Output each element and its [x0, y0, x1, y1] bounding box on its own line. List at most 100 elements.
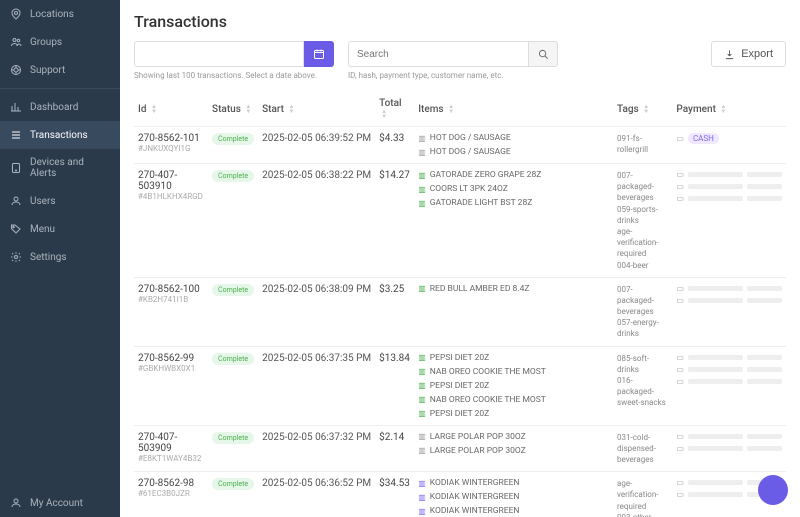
table-row[interactable]: 270-8562-100#KB2H741I1BComplete2025-02-0… [134, 277, 786, 346]
date-range-group: Showing last 100 transactions. Select a … [134, 41, 334, 80]
line-item: ▥LARGE POLAR POP 30OZ [418, 432, 526, 442]
txn-hash: #JNKUXQYI1G [138, 144, 204, 153]
col-id[interactable]: Id ▲▼ [134, 92, 208, 127]
sidebar-item-my-account[interactable]: My Account [0, 489, 120, 517]
col-tags[interactable]: Tags ▲▼ [613, 92, 672, 127]
txn-hash: #E8KT1WAY4B32 [138, 454, 204, 463]
status-badge: Complete [212, 432, 254, 444]
sidebar-item-label: Transactions [30, 130, 88, 141]
line-item: ▥GATORADE LIGHT BST 28Z [418, 198, 532, 208]
payment-cash: CASH [688, 133, 719, 144]
barcode-icon: ▥ [418, 185, 426, 194]
gear-icon [10, 251, 22, 263]
barcode-icon: ▥ [418, 432, 426, 441]
search-button[interactable] [528, 41, 558, 67]
export-label: Export [741, 48, 773, 60]
col-total[interactable]: Total ▲▼ [375, 92, 414, 127]
line-item: ▥RED BULL AMBER ED 8.4Z [418, 284, 529, 294]
status-badge: Complete [212, 353, 254, 365]
txn-id: 270-8562-100 [138, 284, 204, 295]
sidebar-item-label: Locations [30, 9, 74, 20]
date-range-input[interactable] [134, 41, 304, 67]
sidebar-item-groups[interactable]: Groups [0, 28, 120, 56]
sidebar-item-menu[interactable]: Menu [0, 215, 120, 243]
tag-icon [10, 223, 22, 235]
users-icon [10, 36, 22, 48]
col-start[interactable]: Start ▲▼ [258, 92, 375, 127]
payment-line: ▭ [676, 194, 782, 203]
payment-line: ▭ [676, 377, 782, 386]
table-row[interactable]: 270-407-503909#E8KT1WAY4B32 Complete 2025-… [134, 425, 786, 472]
barcode-icon: ▥ [418, 353, 426, 362]
sidebar-item-devices-and-alerts[interactable]: Devices and Alerts [0, 149, 120, 187]
sidebar-item-label: Menu [30, 224, 55, 235]
table-row[interactable]: 270-8562-98#61EC3B0JZRComplete2025-02-05… [134, 472, 786, 517]
chart-icon [10, 101, 22, 113]
line-item: ▥COORS LT 3PK 24OZ [418, 184, 508, 194]
payment-line: ▭ [676, 365, 782, 374]
controls-bar: Showing last 100 transactions. Select a … [134, 41, 786, 80]
txn-id: 270-8562-99 [138, 353, 204, 364]
barcode-icon: ▥ [418, 507, 426, 516]
total: $14.27 [375, 164, 414, 278]
table-row[interactable]: 270-8562-99#GBKHWBX0X1Complete2025-02-05… [134, 346, 786, 425]
txn-id: 270-407-503909 [138, 432, 204, 454]
transactions-table: Id ▲▼Status ▲▼Start ▲▼Total ▲▼Items ▲▼Ta… [134, 92, 786, 517]
export-button[interactable]: Export [711, 41, 786, 67]
total: $34.53 [375, 472, 414, 517]
barcode-icon: ▥ [418, 199, 426, 208]
tags: 091-fs-rollergrill [613, 127, 672, 164]
line-item: ▥KODIAK WINTERGREEN [418, 478, 519, 488]
col-payment[interactable]: Payment ▲▼ [672, 92, 786, 127]
list-icon [10, 129, 22, 141]
start-time: 2025-02-05 06:37:32 PM [258, 425, 375, 472]
sidebar-item-transactions[interactable]: Transactions [0, 121, 120, 149]
line-item: ▥KODIAK WINTERGREEN [418, 492, 519, 502]
barcode-icon: ▥ [418, 479, 426, 488]
page-title: Transactions [134, 12, 786, 31]
payment-line: ▭ [676, 284, 782, 293]
date-picker-button[interactable] [304, 41, 334, 67]
table-row[interactable]: 270-8562-101#JNKUXQYI1GComplete2025-02-0… [134, 127, 786, 164]
barcode-icon: ▥ [418, 493, 426, 502]
barcode-icon: ▥ [418, 284, 426, 293]
barcode-icon: ▥ [418, 148, 426, 157]
sidebar-item-dashboard[interactable]: Dashboard [0, 93, 120, 121]
search-hint: ID, hash, payment type, customer name, e… [348, 71, 558, 80]
line-item: ▥NAB OREO COOKIE THE MOST [418, 367, 546, 377]
status-badge: Complete [212, 170, 254, 182]
sidebar-item-users[interactable]: Users [0, 187, 120, 215]
search-icon [538, 49, 549, 60]
payment-line: ▭ [676, 353, 782, 362]
sidebar-item-label: Support [30, 65, 65, 76]
txn-hash: #4B1HLKHX4RGD [138, 192, 204, 201]
tags: age-verification-required003-other-tobac… [613, 472, 672, 517]
table-row[interactable]: 270-407-503910#4B1HLKHX4RGD Complete 2025-… [134, 164, 786, 278]
status-badge: Complete [212, 133, 254, 145]
chat-fab[interactable] [758, 475, 788, 505]
search-input[interactable] [348, 41, 528, 67]
sidebar-item-support[interactable]: Support [0, 56, 120, 84]
date-hint: Showing last 100 transactions. Select a … [134, 71, 334, 80]
calendar-icon [313, 48, 325, 60]
start-time: 2025-02-05 06:38:22 PM [258, 164, 375, 278]
col-items[interactable]: Items ▲▼ [414, 92, 613, 127]
start-time: 2025-02-05 06:39:52 PM [258, 127, 375, 164]
sidebar-item-locations[interactable]: Locations [0, 0, 120, 28]
line-item: ▥KODIAK WINTERGREEN [418, 506, 519, 516]
payment-line: ▭ [676, 432, 782, 441]
card-icon: ▭ [676, 134, 684, 143]
start-time: 2025-02-05 06:36:52 PM [258, 472, 375, 517]
txn-hash: #61EC3B0JZR [138, 489, 204, 498]
barcode-icon: ▥ [418, 446, 426, 455]
txn-id: 270-407-503910 [138, 170, 204, 192]
tags: 085-soft-drinks016-packaged-sweet-snacks [613, 346, 672, 425]
start-time: 2025-02-05 06:37:35 PM [258, 346, 375, 425]
sidebar-item-label: Settings [30, 252, 67, 263]
line-item: ▥PEPSI DIET 20Z [418, 353, 489, 363]
payment-line: ▭ [676, 170, 782, 179]
line-item: ▥HOT DOG / SAUSAGE [418, 133, 511, 143]
sidebar-item-settings[interactable]: Settings [0, 243, 120, 271]
col-status[interactable]: Status ▲▼ [208, 92, 258, 127]
line-item: ▥NAB OREO COOKIE THE MOST [418, 395, 546, 405]
